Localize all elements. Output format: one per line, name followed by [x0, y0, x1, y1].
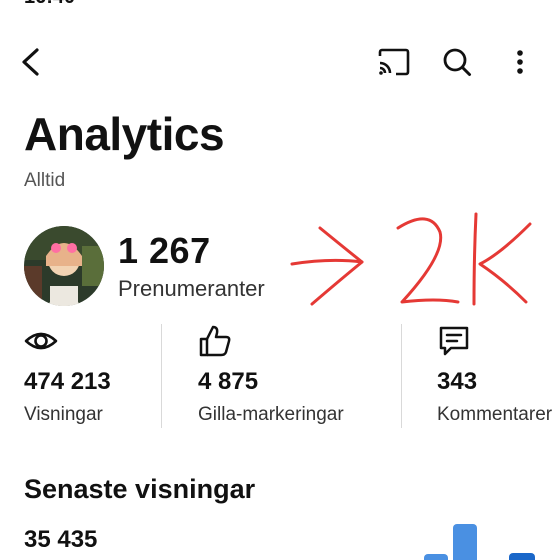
subscriber-count: 1 267 [118, 230, 211, 271]
stat-divider [401, 324, 402, 428]
handwritten-annotation [290, 212, 532, 306]
recent-views-value: 35 435 [24, 526, 98, 553]
stat-comments[interactable]: 343 Kommentarer [437, 324, 560, 434]
chart-bar [453, 524, 477, 560]
views-value: 474 213 [24, 368, 111, 395]
avatar-image [24, 226, 104, 306]
comment-icon [439, 326, 469, 356]
page-title: Analytics [24, 108, 225, 160]
thumbs-up-icon [199, 325, 231, 357]
subscriber-label: Prenumeranter [118, 276, 265, 301]
back-button[interactable] [12, 44, 48, 80]
stat-likes[interactable]: 4 875 Gilla-markeringar [198, 324, 393, 434]
handwritten-arrow [290, 226, 364, 306]
stat-views[interactable]: 474 213 Visningar [24, 324, 154, 434]
recent-views-title: Senaste visningar [24, 474, 256, 504]
comments-label: Kommentarer [437, 404, 553, 425]
channel-avatar [24, 226, 104, 306]
back-arrow-icon [22, 48, 39, 76]
likes-value: 4 875 [198, 368, 259, 395]
stat-divider [161, 324, 162, 428]
search-icon [443, 48, 471, 76]
views-label: Visningar [24, 404, 103, 425]
likes-label: Gilla-markeringar [198, 404, 344, 425]
chart-bar [509, 553, 535, 560]
handwritten-2k-text [396, 212, 532, 306]
time-range-label: Alltid [24, 170, 66, 191]
top-app-bar [0, 38, 560, 86]
more-options-button[interactable] [500, 44, 540, 80]
cast-button[interactable] [374, 44, 414, 80]
search-button[interactable] [437, 44, 477, 80]
status-bar: 16:40 [0, 0, 560, 8]
more-vert-icon [517, 50, 523, 74]
cast-icon [378, 48, 410, 76]
comments-value: 343 [437, 368, 478, 395]
status-time: 16:40 [24, 0, 75, 9]
chart-bar [424, 554, 448, 560]
eye-icon [24, 332, 58, 350]
